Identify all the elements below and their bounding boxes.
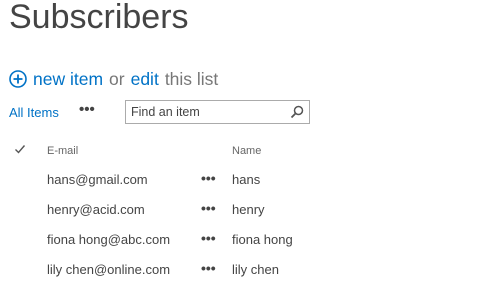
row-name: fiona hong <box>232 232 293 247</box>
row-menu-button[interactable]: ••• <box>201 230 216 246</box>
table-row[interactable]: lily chen@online.com ••• lily chen <box>0 256 503 284</box>
view-toolbar: All Items ••• <box>9 100 319 124</box>
table-row[interactable]: fiona hong@abc.com ••• fiona hong <box>0 226 503 256</box>
column-header-name[interactable]: Name <box>232 145 261 157</box>
column-header-email[interactable]: E-mail <box>47 145 78 157</box>
plus-circle-icon <box>9 70 27 88</box>
row-menu-button[interactable]: ••• <box>201 260 216 276</box>
list-actions: new item or edit this list <box>9 67 218 91</box>
this-list-text: this list <box>164 68 219 89</box>
row-email[interactable]: henry@acid.com <box>47 202 145 217</box>
search-icon[interactable] <box>290 105 304 119</box>
select-all-checkmark-icon[interactable] <box>14 143 26 155</box>
row-menu-button[interactable]: ••• <box>201 170 216 186</box>
row-email[interactable]: fiona hong@abc.com <box>47 232 170 247</box>
row-email[interactable]: hans@gmail.com <box>47 172 148 187</box>
row-name: hans <box>232 172 261 187</box>
page: Subscribers new item or edit this list A… <box>0 0 503 284</box>
more-views-button[interactable]: ••• <box>79 101 95 118</box>
row-name: lily chen <box>232 262 279 277</box>
new-item-label: new item <box>33 68 104 89</box>
search-input[interactable] <box>126 101 286 123</box>
subscribers-table: E-mail Name hans@gmail.com ••• hans henr… <box>0 138 503 284</box>
or-text: or <box>109 68 125 89</box>
row-email[interactable]: lily chen@online.com <box>47 262 170 277</box>
view-all-items-tab[interactable]: All Items <box>9 105 59 120</box>
page-title: Subscribers <box>9 0 189 36</box>
row-name: henry <box>232 202 265 217</box>
table-row[interactable]: hans@gmail.com ••• hans <box>0 166 503 196</box>
row-menu-button[interactable]: ••• <box>201 200 216 216</box>
new-item-button[interactable]: new item <box>9 69 103 90</box>
search-box <box>125 100 310 124</box>
edit-list-link[interactable]: edit <box>131 69 159 90</box>
table-row[interactable]: henry@acid.com ••• henry <box>0 196 503 226</box>
table-header: E-mail Name <box>0 138 503 166</box>
